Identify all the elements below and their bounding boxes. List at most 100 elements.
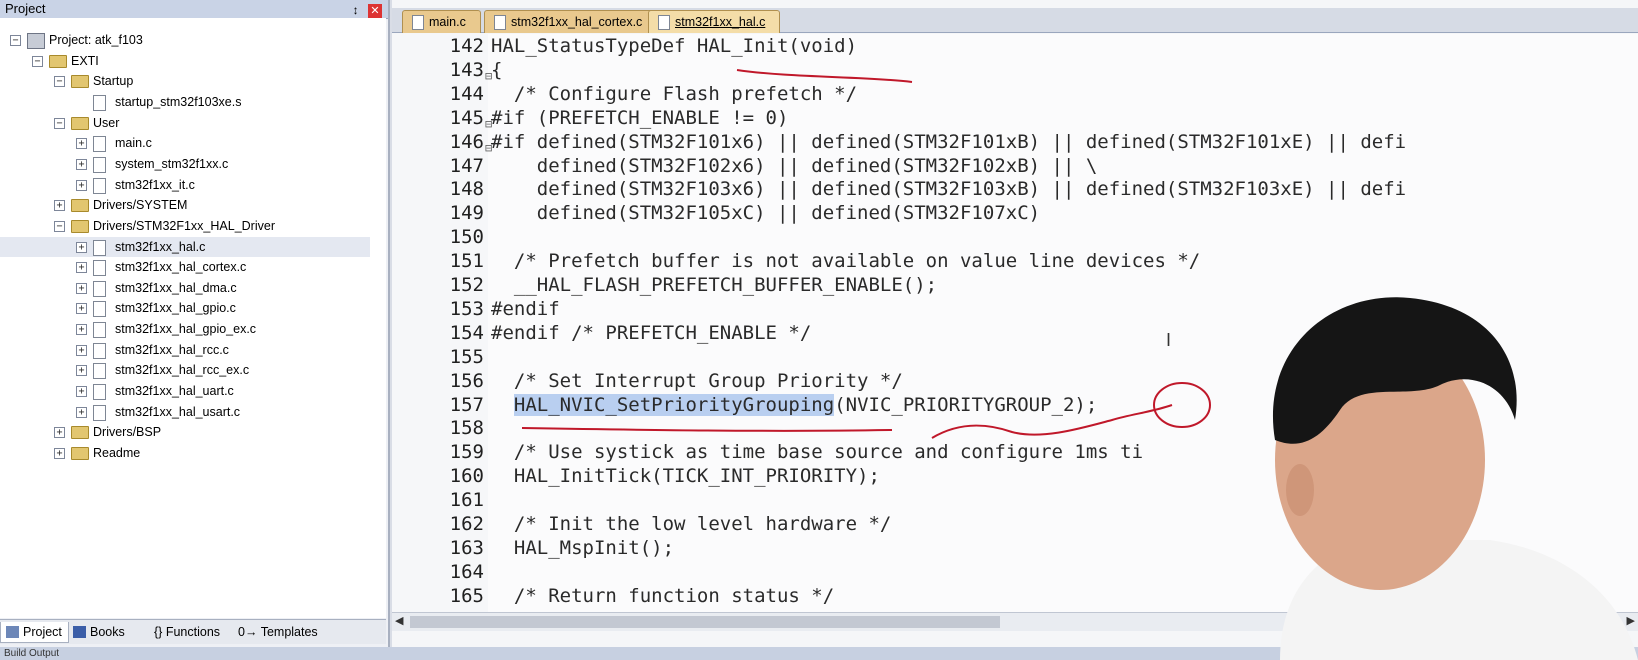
- tree-item[interactable]: + stm32f1xx_hal_cortex.c: [0, 257, 370, 277]
- tree-item[interactable]: − EXTI: [0, 51, 370, 71]
- editor-tab-label: main.c: [429, 15, 466, 29]
- expand-icon[interactable]: +: [76, 365, 87, 377]
- code-text-suffix: (NVIC_PRIORITYGROUP_2);: [834, 393, 1098, 416]
- editor-tab[interactable]: main.c: [402, 10, 481, 33]
- code-text: /* Set Interrupt Group Priority */: [491, 369, 903, 392]
- expand-icon[interactable]: +: [76, 262, 87, 274]
- project-bottom-tab[interactable]: {} Functions: [132, 622, 226, 642]
- tree-item[interactable]: + Drivers/SYSTEM: [0, 195, 370, 215]
- tree-item[interactable]: startup_stm32f103xe.s: [0, 92, 370, 112]
- line-number: 143: [449, 58, 484, 81]
- collapse-icon[interactable]: −: [54, 76, 65, 88]
- line-number: 142: [449, 35, 484, 57]
- project-bottom-tab[interactable]: Project: [0, 622, 69, 643]
- project-bottom-tab-label: Books: [90, 625, 125, 639]
- file-icon: [658, 15, 670, 30]
- code-text: /* Prefetch buffer is not available on v…: [491, 250, 1201, 273]
- editor-tab-label: stm32f1xx_hal.c: [675, 15, 766, 29]
- tree-item[interactable]: − Drivers/STM32F1xx_HAL_Driver: [0, 216, 370, 236]
- code-line: 145 ⊟ #if (PREFETCH_ENABLE != 0): [392, 106, 1638, 131]
- line-number: 145: [449, 106, 484, 129]
- tree-item-label: User: [93, 115, 120, 130]
- line-number: 157: [449, 393, 484, 416]
- tree-item[interactable]: + Drivers/BSP: [0, 422, 370, 442]
- tree-item-label: Readme: [93, 446, 141, 460]
- expand-icon[interactable]: +: [76, 282, 87, 294]
- line-number: 148: [449, 178, 484, 201]
- close-panel-icon[interactable]: ✕: [368, 4, 382, 18]
- project-bottom-tab[interactable]: Books: [68, 622, 131, 642]
- code-text: HAL_MspInit();: [491, 536, 675, 559]
- file-icon: [93, 280, 106, 297]
- tree-item-label: Project: atk_f103: [49, 33, 143, 47]
- editor-tab[interactable]: stm32f1xx_hal_cortex.c: [484, 10, 658, 33]
- line-number: 158: [449, 417, 484, 440]
- folder-icon: [71, 75, 89, 89]
- books-tab-icon: [73, 626, 86, 638]
- pin-icon[interactable]: ↕: [353, 1, 359, 19]
- expand-icon[interactable]: +: [76, 344, 87, 356]
- expand-icon[interactable]: +: [76, 179, 87, 191]
- file-icon: [93, 156, 106, 173]
- project-tree: − Project: atk_f103− EXTI − Startup startup_s…: [0, 18, 386, 618]
- templates-tab-icon: [221, 626, 234, 638]
- code-line: 150: [392, 225, 1638, 249]
- tree-item-label: stm32f1xx_hal_cortex.c: [115, 260, 247, 275]
- collapse-icon[interactable]: −: [54, 117, 65, 129]
- tree-item[interactable]: + stm32f1xx_hal_rcc_ex.c: [0, 360, 370, 380]
- expand-icon[interactable]: +: [76, 406, 87, 418]
- tree-item[interactable]: + stm32f1xx_it.c: [0, 175, 370, 195]
- expand-icon[interactable]: +: [54, 427, 65, 439]
- tree-item[interactable]: + stm32f1xx_hal.c: [0, 236, 370, 257]
- collapse-icon[interactable]: −: [32, 55, 43, 67]
- code-text: HAL_StatusTypeDef HAL_Init(void): [491, 35, 858, 57]
- tree-item[interactable]: + stm32f1xx_hal_gpio.c: [0, 298, 370, 318]
- expand-icon[interactable]: +: [76, 324, 87, 336]
- tree-item[interactable]: + stm32f1xx_hal_gpio_ex.c: [0, 319, 370, 339]
- tree-item[interactable]: + system_stm32f1xx.c: [0, 154, 370, 174]
- tree-item[interactable]: − User: [0, 113, 370, 133]
- tree-item[interactable]: + stm32f1xx_hal_usart.c: [0, 402, 370, 422]
- code-text: /* Return function status */: [491, 584, 835, 607]
- editor-tab[interactable]: stm32f1xx_hal.c: [648, 10, 781, 33]
- tree-item-label: stm32f1xx_hal_rcc.c: [115, 342, 229, 357]
- code-text: #if defined(STM32F101x6) || defined(STM3…: [491, 130, 1407, 153]
- expand-icon[interactable]: +: [76, 138, 87, 150]
- code-line: 143 ⊟{: [392, 58, 1638, 83]
- tree-item[interactable]: + Readme: [0, 443, 370, 463]
- code-text: #endif: [491, 297, 560, 320]
- folder-icon: [71, 219, 89, 233]
- expand-icon[interactable]: +: [76, 303, 87, 315]
- tree-item[interactable]: − Project: atk_f103: [0, 30, 370, 50]
- code-text: defined(STM32F103x6) || defined(STM32F10…: [491, 178, 1407, 201]
- tree-item[interactable]: + stm32f1xx_hal_uart.c: [0, 381, 370, 401]
- expand-icon[interactable]: +: [76, 158, 87, 170]
- code-text: /* Configure Flash prefetch */: [491, 82, 858, 105]
- project-bottom-tab[interactable]: 0→ Templates: [216, 622, 324, 642]
- line-number: 149: [449, 202, 484, 225]
- selected-function-name[interactable]: HAL_NVIC_SetPriorityGrouping: [513, 393, 835, 416]
- code-text: /* Init the low level hardware */: [491, 513, 892, 535]
- expand-icon[interactable]: +: [54, 200, 65, 212]
- file-icon: [93, 94, 106, 111]
- tree-item[interactable]: + stm32f1xx_hal_dma.c: [0, 278, 370, 298]
- file-icon: [93, 136, 106, 153]
- tree-item[interactable]: − Startup: [0, 71, 370, 91]
- tree-item-label: Drivers/SYSTEM: [93, 198, 188, 213]
- tree-item-label: stm32f1xx_hal_rcc_ex.c: [115, 363, 250, 378]
- tree-item[interactable]: + main.c: [0, 133, 370, 153]
- scrollbar-thumb[interactable]: [410, 616, 1000, 628]
- scroll-left-icon[interactable]: ◀: [395, 614, 403, 627]
- code-text-prefix: [491, 394, 514, 416]
- project-icon: [27, 33, 45, 49]
- expand-icon[interactable]: +: [76, 241, 87, 253]
- expand-icon[interactable]: +: [76, 386, 87, 398]
- tree-item-label: Startup: [93, 74, 134, 89]
- code-text: __HAL_FLASH_PREFETCH_BUFFER_ENABLE();: [491, 274, 938, 296]
- project-bottom-tab-label: {} Functions: [154, 625, 221, 639]
- collapse-icon[interactable]: −: [10, 35, 21, 46]
- code-text: #if (PREFETCH_ENABLE != 0): [491, 106, 789, 129]
- tree-item[interactable]: + stm32f1xx_hal_rcc.c: [0, 340, 370, 360]
- collapse-icon[interactable]: −: [54, 220, 65, 232]
- expand-icon[interactable]: +: [54, 448, 65, 459]
